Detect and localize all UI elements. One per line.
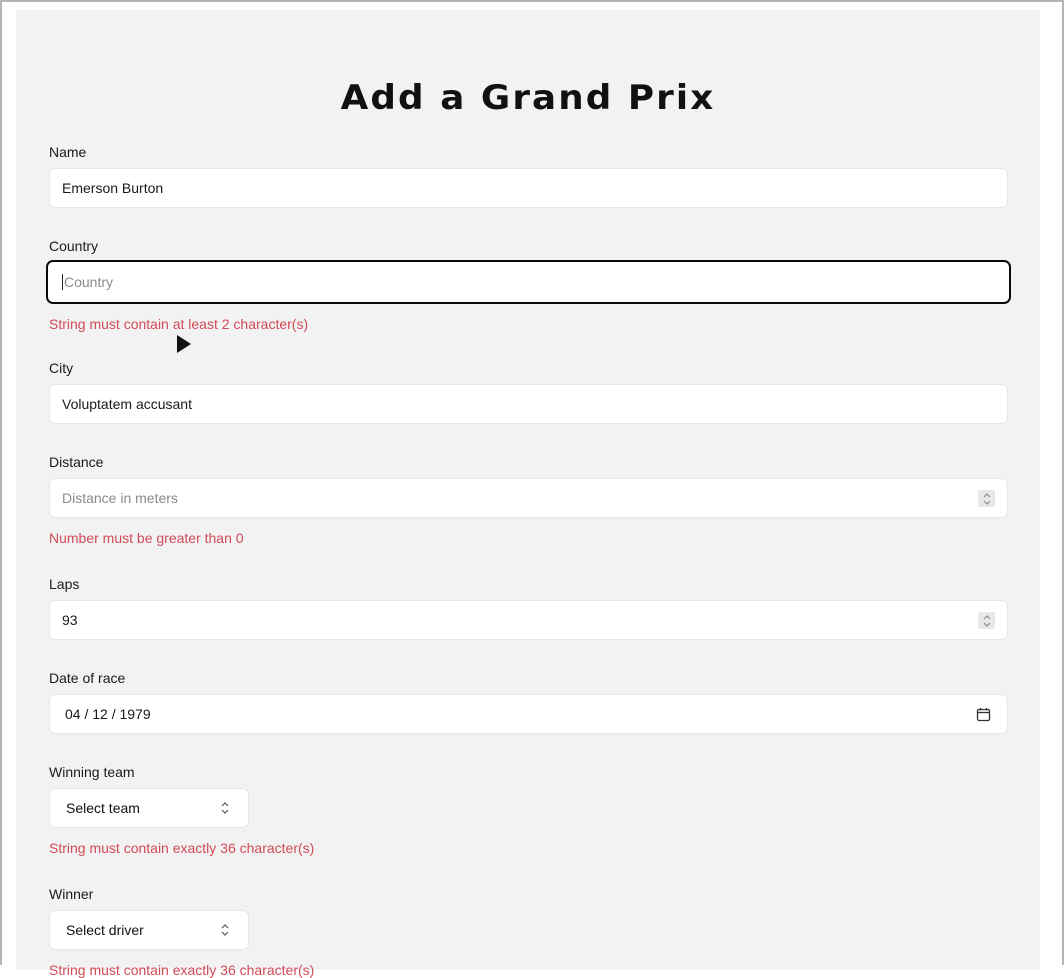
- winner-error: String must contain exactly 36 character…: [49, 962, 315, 978]
- calendar-icon[interactable]: [976, 707, 991, 725]
- winning-team-error: String must contain exactly 36 character…: [49, 840, 315, 856]
- country-field-group: Country Country String must contain at l…: [46, 238, 1011, 332]
- mouse-cursor-icon: [176, 334, 192, 359]
- distance-input[interactable]: Distance in meters: [49, 478, 1008, 518]
- number-spinner-icon[interactable]: [978, 490, 995, 507]
- page-title: Add a Grand Prix: [340, 78, 716, 118]
- name-field-group: Name Emerson Burton: [49, 144, 1008, 208]
- date-value: 04 / 12 / 1979: [65, 706, 151, 722]
- chevron-up-down-icon: [220, 923, 230, 940]
- driver-select-value: Select driver: [66, 922, 144, 938]
- date-label: Date of race: [49, 670, 126, 686]
- country-placeholder: Country: [64, 274, 114, 290]
- winning-team-label: Winning team: [49, 764, 135, 780]
- distance-label: Distance: [49, 454, 104, 470]
- team-select-value: Select team: [66, 800, 140, 816]
- distance-field-group: Distance Distance in meters Number must …: [49, 454, 1008, 546]
- text-caret: [62, 274, 63, 290]
- date-input[interactable]: 04 / 12 / 1979: [49, 694, 1008, 734]
- driver-select[interactable]: Select driver: [49, 910, 249, 950]
- city-field-group: City Voluptatem accusant: [49, 360, 1008, 424]
- laps-label: Laps: [49, 576, 80, 592]
- name-label: Name: [49, 144, 87, 160]
- country-input[interactable]: Country: [46, 260, 1011, 304]
- name-value: Emerson Burton: [62, 180, 164, 196]
- distance-error: Number must be greater than 0: [49, 530, 244, 546]
- city-value: Voluptatem accusant: [62, 396, 192, 412]
- winner-field-group: Winner Select driver String must contain…: [49, 886, 1008, 978]
- city-input[interactable]: Voluptatem accusant: [49, 384, 1008, 424]
- chevron-up-down-icon: [220, 801, 230, 818]
- laps-field-group: Laps 93: [49, 576, 1008, 640]
- country-label: Country: [49, 238, 99, 254]
- country-error: String must contain at least 2 character…: [49, 316, 309, 332]
- form-panel: Add a Grand Prix Name Emerson Burton Cou…: [16, 10, 1040, 978]
- winner-label: Winner: [49, 886, 94, 902]
- name-input[interactable]: Emerson Burton: [49, 168, 1008, 208]
- date-field-group: Date of race 04 / 12 / 1979: [49, 670, 1008, 734]
- laps-input[interactable]: 93: [49, 600, 1008, 640]
- number-spinner-icon[interactable]: [978, 612, 995, 629]
- team-select[interactable]: Select team: [49, 788, 249, 828]
- city-label: City: [49, 360, 74, 376]
- laps-value: 93: [62, 612, 78, 628]
- distance-placeholder: Distance in meters: [62, 490, 178, 506]
- winning-team-field-group: Winning team Select team String must con…: [49, 764, 1008, 856]
